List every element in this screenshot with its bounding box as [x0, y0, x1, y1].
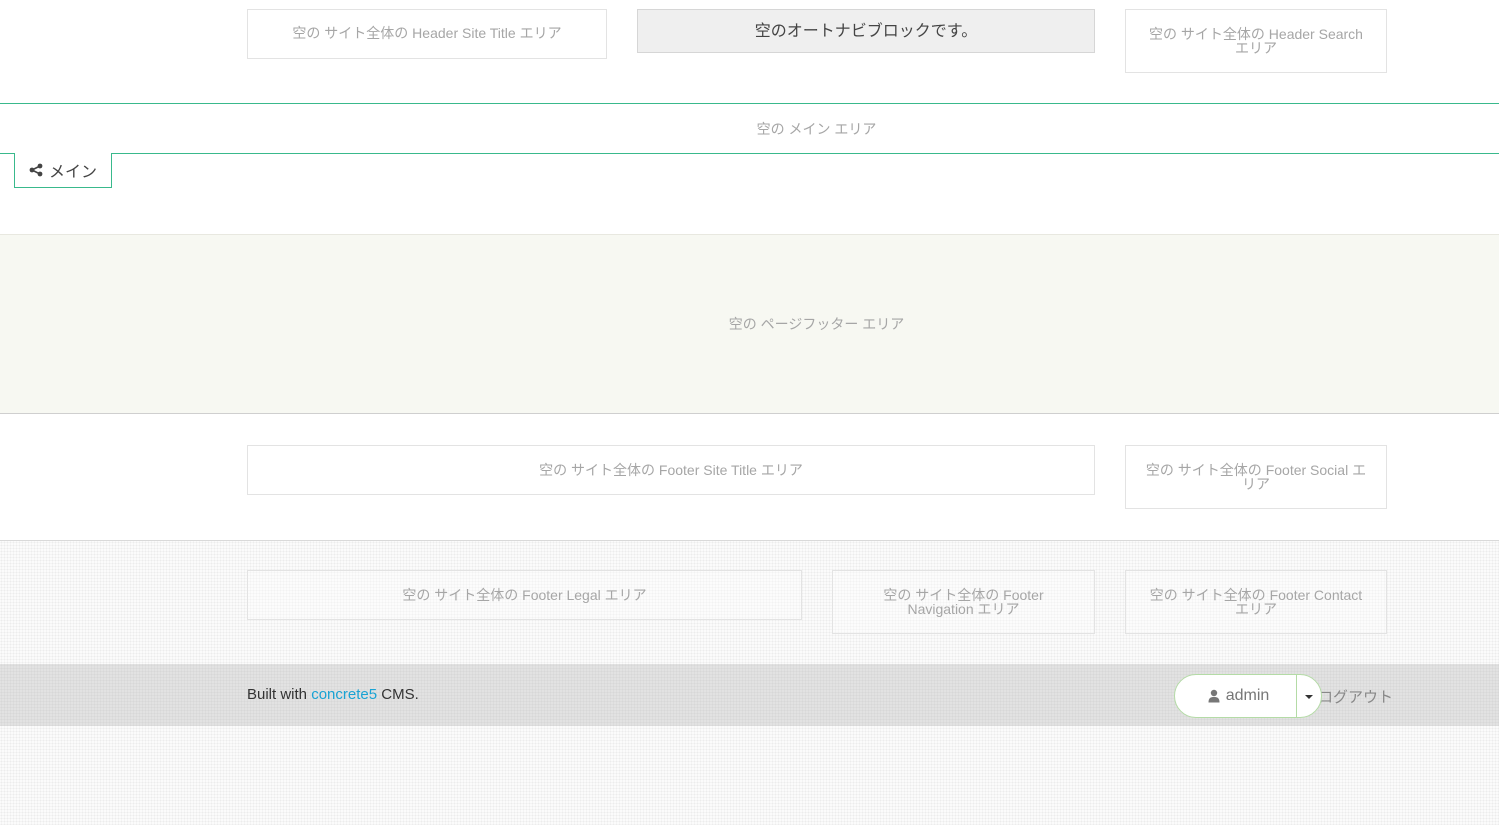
autonav-block[interactable]: 空のオートナビブロックです。	[637, 9, 1095, 53]
footer-site-title-area-label: 空の サイト全体の Footer Site Title エリア	[539, 462, 803, 478]
main-area[interactable]: 空の メイン エリア	[0, 103, 1499, 154]
footer-contact-area-label: 空の サイト全体の Footer Contact エリア	[1149, 587, 1363, 617]
admin-button-label: admin	[1225, 687, 1270, 704]
built-with-text: Built with concrete5 CMS.	[247, 686, 419, 703]
footer-navigation-area[interactable]: 空の サイト全体の Footer Navigation エリア	[832, 570, 1095, 634]
footer-social-area-label: 空の サイト全体の Footer Social エリア	[1145, 462, 1367, 492]
page-footer-area-label: 空の ページフッター エリア	[728, 316, 905, 332]
caret-down-icon	[1305, 695, 1313, 699]
footer-legal-area-label: 空の サイト全体の Footer Legal エリア	[402, 587, 647, 603]
admin-button-group[interactable]: admin	[1174, 674, 1322, 718]
footer-navigation-area-label: 空の サイト全体の Footer Navigation エリア	[883, 587, 1044, 617]
footer-social-area[interactable]: 空の サイト全体の Footer Social エリア	[1125, 445, 1387, 509]
built-with-suffix: CMS.	[381, 686, 419, 703]
share-icon	[29, 163, 43, 177]
main-area-label: 空の メイン エリア	[756, 120, 877, 137]
admin-button[interactable]: admin	[1175, 675, 1297, 717]
built-with-prefix: Built with	[247, 686, 308, 703]
footer-site-title-area[interactable]: 空の サイト全体の Footer Site Title エリア	[247, 445, 1095, 495]
footer-legal-area[interactable]: 空の サイト全体の Footer Legal エリア	[247, 570, 802, 620]
header-site-title-area[interactable]: 空の サイト全体の Header Site Title エリア	[247, 9, 607, 59]
main-area-tab-label: メイン	[48, 164, 97, 181]
header-search-area[interactable]: 空の サイト全体の Header Search エリア	[1125, 9, 1387, 73]
autonav-block-label: 空のオートナビブロックです。	[754, 23, 978, 40]
main-area-tab[interactable]: メイン	[14, 153, 112, 188]
logout-link[interactable]: ログアウト	[1318, 686, 1393, 707]
concrete5-link[interactable]: concrete5	[311, 686, 377, 703]
page-footer-area[interactable]: 空の ページフッター エリア	[0, 234, 1499, 414]
footer-contact-area[interactable]: 空の サイト全体の Footer Contact エリア	[1125, 570, 1387, 634]
header-site-title-area-label: 空の サイト全体の Header Site Title エリア	[292, 25, 562, 41]
user-icon	[1208, 689, 1220, 703]
header-search-area-label: 空の サイト全体の Header Search エリア	[1149, 26, 1363, 56]
